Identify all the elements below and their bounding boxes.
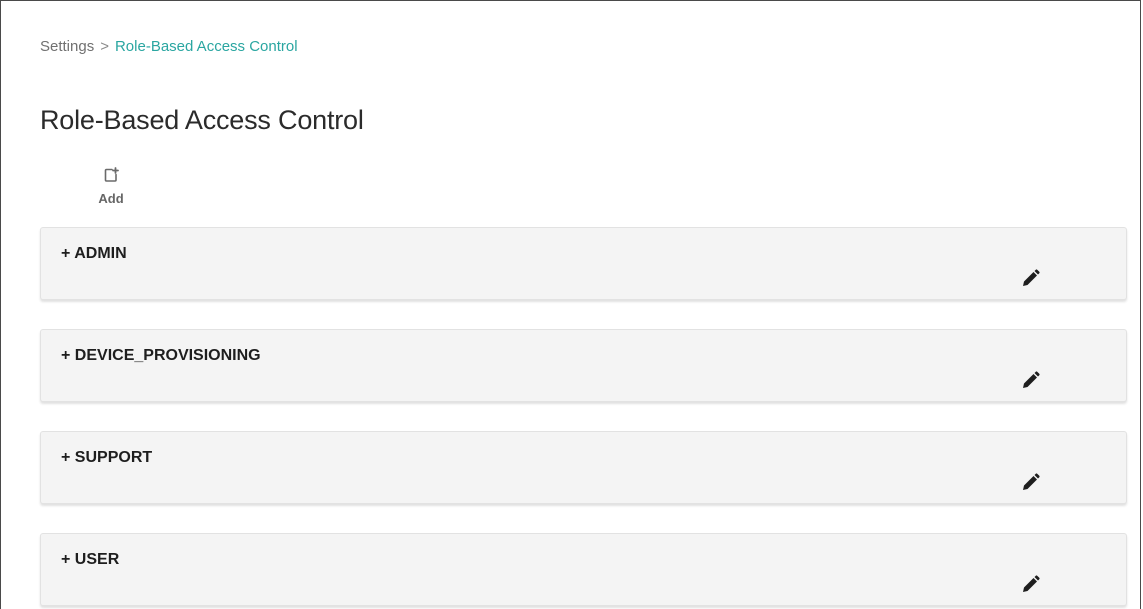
role-name: USER [74,551,120,568]
role-name: ADMIN [74,245,127,262]
role-row-device-provisioning: + DEVICE_PROVISIONING [40,329,1127,402]
breadcrumb-settings-link[interactable]: Settings [40,38,94,55]
page-title: Role-Based Access Control [40,105,364,135]
breadcrumb: Settings > Role-Based Access Control [40,38,298,55]
add-button-label: Add [98,191,124,206]
role-expand-toggle[interactable]: + USER [61,551,119,569]
expand-plus-icon: + [61,551,71,568]
breadcrumb-current[interactable]: Role-Based Access Control [115,38,298,55]
breadcrumb-separator: > [100,38,109,55]
role-expand-toggle[interactable]: + ADMIN [61,245,127,263]
expand-plus-icon: + [61,449,71,466]
pencil-icon[interactable] [1019,268,1041,290]
role-name: DEVICE_PROVISIONING [74,347,261,364]
add-document-icon [104,167,119,182]
role-row-user: + USER [40,533,1127,606]
expand-plus-icon: + [61,245,71,262]
role-name: SUPPORT [74,449,153,466]
pencil-icon[interactable] [1019,574,1041,596]
page-frame: Settings > Role-Based Access Control Role-… [0,0,1141,609]
role-expand-toggle[interactable]: + SUPPORT [61,449,152,467]
role-expand-toggle[interactable]: + DEVICE_PROVISIONING [61,347,261,365]
pencil-icon[interactable] [1019,472,1041,494]
expand-plus-icon: + [61,347,71,364]
pencil-icon[interactable] [1019,370,1041,392]
add-button[interactable]: Add [91,167,131,211]
role-row-support: + SUPPORT [40,431,1127,504]
role-row-admin: + ADMIN [40,227,1127,300]
